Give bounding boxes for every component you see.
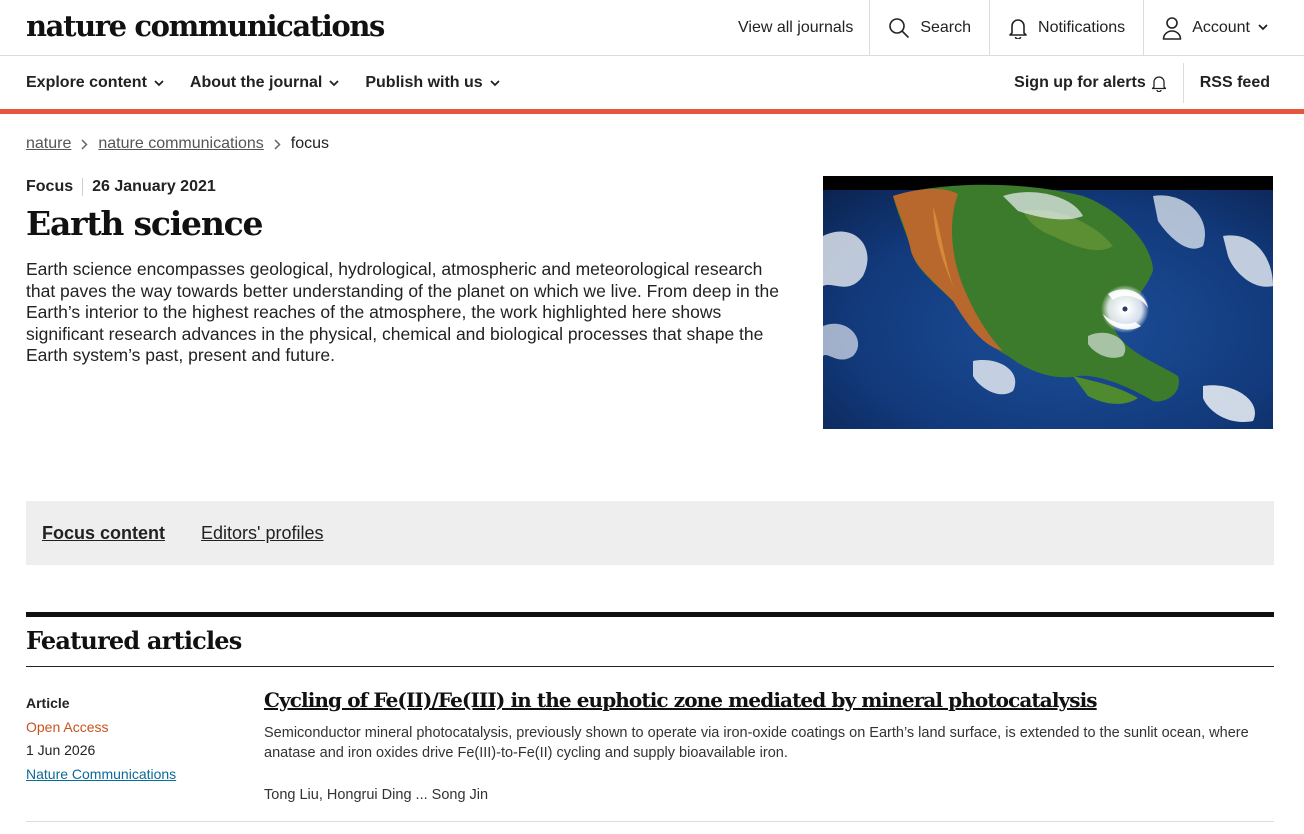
journal-nav: Explore content About the journal Publis… [0, 56, 1304, 110]
breadcrumb-link-nature[interactable]: nature [26, 135, 71, 153]
article-title-link[interactable]: Cycling of Fe(II)/Fe(III) in the euphoti… [264, 688, 1098, 712]
about-journal-label: About the journal [189, 74, 323, 91]
page-title: Earth science [26, 204, 264, 243]
journal-actions: Sign up for alerts RSS feed [1014, 56, 1304, 110]
article-description: Semiconductor mineral photocatalysis, pr… [264, 725, 1249, 761]
user-icon [1162, 16, 1182, 40]
search-icon [889, 17, 910, 38]
search-label: Search [920, 18, 972, 36]
tab-focus-content[interactable]: Focus content [42, 523, 165, 544]
about-journal-menu[interactable]: About the journal [190, 74, 339, 92]
focus-tabs: Focus content Editors' profiles [26, 501, 1274, 565]
publish-date: 26 January 2021 [92, 178, 216, 195]
search-button[interactable]: Search [869, 0, 989, 55]
featured-divider [26, 666, 1274, 667]
article-journal-link[interactable]: Nature Communications [26, 766, 176, 782]
notifications-label: Notifications [1038, 18, 1126, 36]
article-meta: Article Open Access 1 Jun 2026 Nature Co… [26, 692, 246, 786]
tab-editors-profiles[interactable]: Editors' profiles [201, 523, 323, 544]
account-button[interactable]: Account [1143, 0, 1304, 55]
content-type: Focus [26, 178, 84, 196]
chevron-down-icon [1258, 24, 1268, 31]
article-divider [26, 821, 1274, 822]
top-nav: View all journals Search Notifications A… [720, 0, 1304, 55]
bell-icon [1009, 18, 1027, 39]
article-authors: Tong Liu, Hongrui Ding ... Song Jin [264, 787, 489, 803]
chevron-down-icon [329, 79, 339, 86]
focus-meta: Focus 26 January 2021 [26, 178, 216, 196]
rss-feed-link[interactable]: RSS feed [1182, 63, 1304, 103]
bell-icon [1151, 75, 1166, 92]
sign-up-alerts-label: Sign up for alerts [1014, 74, 1146, 91]
article-type: Article [26, 695, 70, 711]
site-logo[interactable]: nature communications [26, 6, 385, 46]
rss-feed-label: RSS feed [1199, 74, 1270, 91]
earth-satellite-image [823, 176, 1273, 429]
featured-articles-heading: Featured articles [26, 626, 242, 655]
explore-content-label: Explore content [26, 74, 147, 91]
notifications-button[interactable]: Notifications [989, 0, 1143, 55]
chevron-down-icon [154, 79, 164, 86]
journal-menus: Explore content About the journal Publis… [26, 56, 526, 110]
chevron-down-icon [490, 79, 500, 86]
sign-up-alerts-link[interactable]: Sign up for alerts [1014, 63, 1183, 103]
account-label: Account [1192, 18, 1250, 36]
featured-top-rule [26, 612, 1274, 617]
view-all-journals-link[interactable]: View all journals [720, 0, 869, 55]
accent-divider [0, 109, 1304, 114]
open-access-badge: Open Access [26, 718, 109, 735]
publish-with-us-label: Publish with us [365, 74, 483, 91]
article-date: 1 Jun 2026 [26, 742, 96, 758]
view-all-journals-label: View all journals [738, 18, 854, 36]
explore-content-menu[interactable]: Explore content [26, 74, 164, 92]
breadcrumb-current: focus [290, 135, 330, 152]
chevron-right-icon [81, 138, 88, 150]
chevron-right-icon [274, 138, 281, 150]
site-header: nature communications View all journals … [0, 0, 1304, 56]
publish-with-us-menu[interactable]: Publish with us [365, 74, 500, 92]
focus-description: Earth science encompasses geological, hy… [26, 259, 779, 365]
breadcrumb: nature nature communications focus [26, 135, 329, 153]
breadcrumb-link-nature-communications[interactable]: nature communications [98, 135, 263, 153]
